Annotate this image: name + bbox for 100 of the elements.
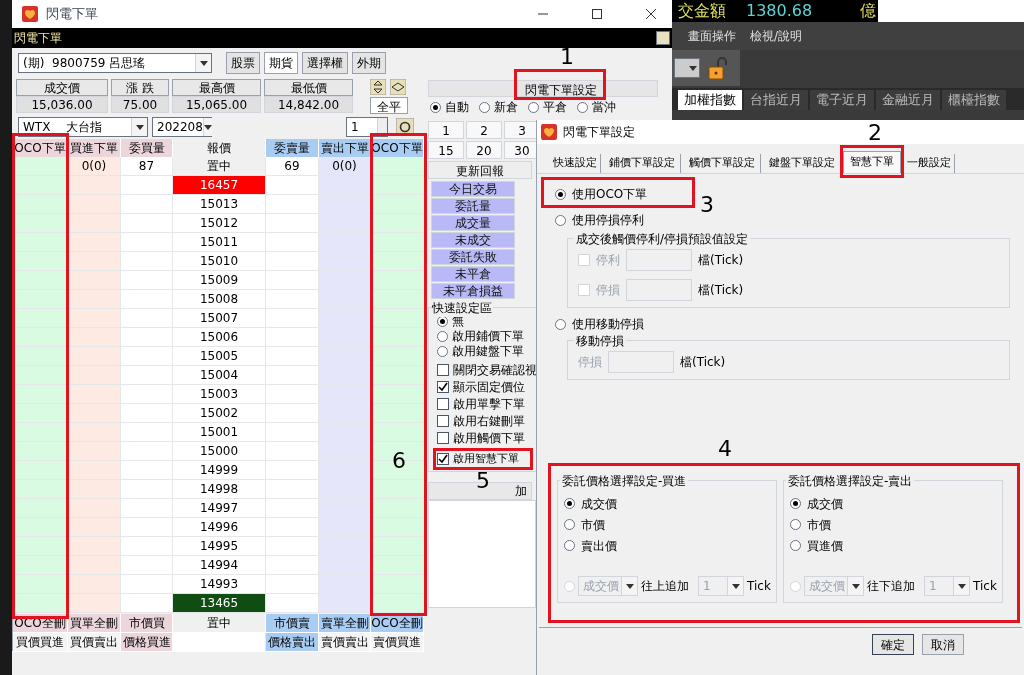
market-index-tab[interactable]: 金融近月 xyxy=(876,90,940,110)
ladder-action-button[interactable]: 價格買進 xyxy=(121,633,173,652)
price-cell[interactable]: 15008 xyxy=(173,290,266,309)
pin-icon[interactable] xyxy=(656,31,670,45)
price-cell[interactable]: 15007 xyxy=(173,309,266,328)
market-index-tab[interactable]: 台指近月 xyxy=(744,90,808,110)
expand-icon[interactable] xyxy=(370,79,386,95)
menu-item[interactable]: 檢視/說明 xyxy=(750,27,803,45)
report-button[interactable]: 委託量 xyxy=(431,198,515,214)
market-index-tab[interactable]: 櫃檯指數 xyxy=(942,90,1006,110)
price-cell[interactable]: 15006 xyxy=(173,328,266,347)
radio-button[interactable] xyxy=(555,318,566,330)
settings-tab[interactable]: 鍵盤下單設定 xyxy=(763,154,841,173)
radio-button[interactable] xyxy=(790,519,801,530)
dropdown-field[interactable] xyxy=(674,58,700,78)
refresh-report-button[interactable]: 更新回報 xyxy=(428,161,532,179)
market-tab[interactable]: 股票 xyxy=(226,52,260,74)
ladder-action-button[interactable]: 買價買進 xyxy=(13,633,68,652)
price-cell[interactable]: 15011 xyxy=(173,233,266,252)
input-field[interactable] xyxy=(608,351,674,373)
checkbox[interactable] xyxy=(437,381,449,393)
radio-button[interactable] xyxy=(790,498,801,509)
price-cell[interactable]: 15010 xyxy=(173,252,266,271)
close-all-button[interactable]: 全平 xyxy=(370,97,408,114)
padlock-icon[interactable] xyxy=(708,56,728,80)
price-cell[interactable]: 14994 xyxy=(173,556,266,575)
radio-button[interactable] xyxy=(437,315,448,327)
quantity-button[interactable]: 15 xyxy=(428,141,464,159)
report-button[interactable]: 成交量 xyxy=(431,215,515,231)
month-select[interactable]: 202208 xyxy=(152,117,212,137)
checkbox[interactable] xyxy=(437,364,449,376)
dialog-button[interactable]: 確定 xyxy=(872,634,914,655)
radio-button[interactable] xyxy=(479,101,490,113)
radio-button[interactable] xyxy=(437,330,448,342)
radio-button[interactable] xyxy=(790,540,801,551)
checkbox[interactable] xyxy=(437,398,449,410)
market-index-tab[interactable]: 電子近月 xyxy=(810,90,874,110)
price-cell[interactable]: 15012 xyxy=(173,214,266,233)
price-cell[interactable]: 16457 xyxy=(173,176,266,195)
settings-button[interactable]: 閃電下單設定 xyxy=(428,80,658,97)
quantity-button[interactable]: 2 xyxy=(466,121,502,139)
price-cell[interactable]: 15003 xyxy=(173,385,266,404)
ladder-action-button[interactable]: 賣單全刪 xyxy=(319,614,371,633)
ladder-action-button[interactable]: 買價賣出 xyxy=(68,633,121,652)
price-cell[interactable]: 14995 xyxy=(173,537,266,556)
quantity-button[interactable]: 20 xyxy=(466,141,502,159)
ladder-action-button[interactable]: 市價賣 xyxy=(266,614,319,633)
ladder-action-button[interactable]: 賣價買進 xyxy=(371,633,424,652)
price-cell[interactable]: 15005 xyxy=(173,347,266,366)
price-cell[interactable]: 15000 xyxy=(173,442,266,461)
dialog-button[interactable]: 取消 xyxy=(922,634,964,655)
settings-tab[interactable]: 觸價下單設定 xyxy=(683,154,761,173)
market-tab[interactable]: 外期 xyxy=(352,52,386,74)
radio-button[interactable] xyxy=(577,101,588,113)
settings-tab[interactable]: 智慧下單 xyxy=(843,151,901,173)
price-cell[interactable]: 15001 xyxy=(173,423,266,442)
account-select[interactable]: (期) 9800759 呂思瑤 xyxy=(18,53,212,73)
price-cell[interactable]: 14997 xyxy=(173,499,266,518)
quantity-spinner[interactable]: 1 xyxy=(346,117,388,137)
settings-tab[interactable]: 鋪價下單設定 xyxy=(603,154,681,173)
price-cell[interactable]: 15013 xyxy=(173,195,266,214)
quantity-button[interactable]: 1 xyxy=(428,121,464,139)
symbol-select[interactable]: WTX 大台指 xyxy=(18,117,148,137)
price-cell[interactable]: 置中 xyxy=(173,157,266,176)
price-cell[interactable]: 13465 xyxy=(173,594,266,613)
settings-tab[interactable]: 快速設定 xyxy=(549,154,601,173)
market-tab[interactable]: 選擇權 xyxy=(302,52,348,74)
report-button[interactable]: 未成交 xyxy=(431,232,515,248)
menu-item[interactable]: 畫面操作 xyxy=(688,27,736,45)
radio-button[interactable] xyxy=(564,540,575,551)
price-cell[interactable]: 14998 xyxy=(173,480,266,499)
report-button[interactable]: 未平倉損益 xyxy=(431,283,515,299)
checkbox[interactable] xyxy=(437,432,449,444)
radio-button[interactable] xyxy=(555,214,566,226)
price-cell[interactable]: 15009 xyxy=(173,271,266,290)
radio-button[interactable] xyxy=(564,519,575,530)
input-field[interactable] xyxy=(626,279,692,301)
ladder-action-button[interactable]: 賣價賣出 xyxy=(319,633,371,652)
input-field[interactable] xyxy=(626,249,692,271)
report-button[interactable]: 委託失敗 xyxy=(431,249,515,265)
radio-button[interactable] xyxy=(564,498,575,509)
close-icon[interactable] xyxy=(646,9,656,19)
ladder-action-button[interactable]: 買單全刪 xyxy=(68,614,121,633)
price-cell[interactable]: 15002 xyxy=(173,404,266,423)
radio-button[interactable] xyxy=(555,188,566,200)
settings-tab[interactable]: 一般設定 xyxy=(903,154,955,173)
radio-button[interactable] xyxy=(528,101,539,113)
price-cell[interactable]: 14996 xyxy=(173,518,266,537)
radio-button[interactable] xyxy=(430,101,441,113)
price-cell[interactable]: 14993 xyxy=(173,575,266,594)
report-button[interactable]: 今日交易 xyxy=(431,181,515,197)
price-cell[interactable]: 15004 xyxy=(173,366,266,385)
eye-icon[interactable] xyxy=(390,79,406,95)
market-tab[interactable]: 期貨 xyxy=(264,52,298,74)
report-button[interactable]: 未平倉 xyxy=(431,266,515,282)
ladder-action-button[interactable]: 置中 xyxy=(173,614,266,633)
price-cell[interactable]: 14999 xyxy=(173,461,266,480)
market-index-tab[interactable]: 加權指數 xyxy=(678,90,742,110)
ladder-action-button[interactable]: 價格賣出 xyxy=(266,633,319,652)
maximize-icon[interactable] xyxy=(592,9,602,19)
